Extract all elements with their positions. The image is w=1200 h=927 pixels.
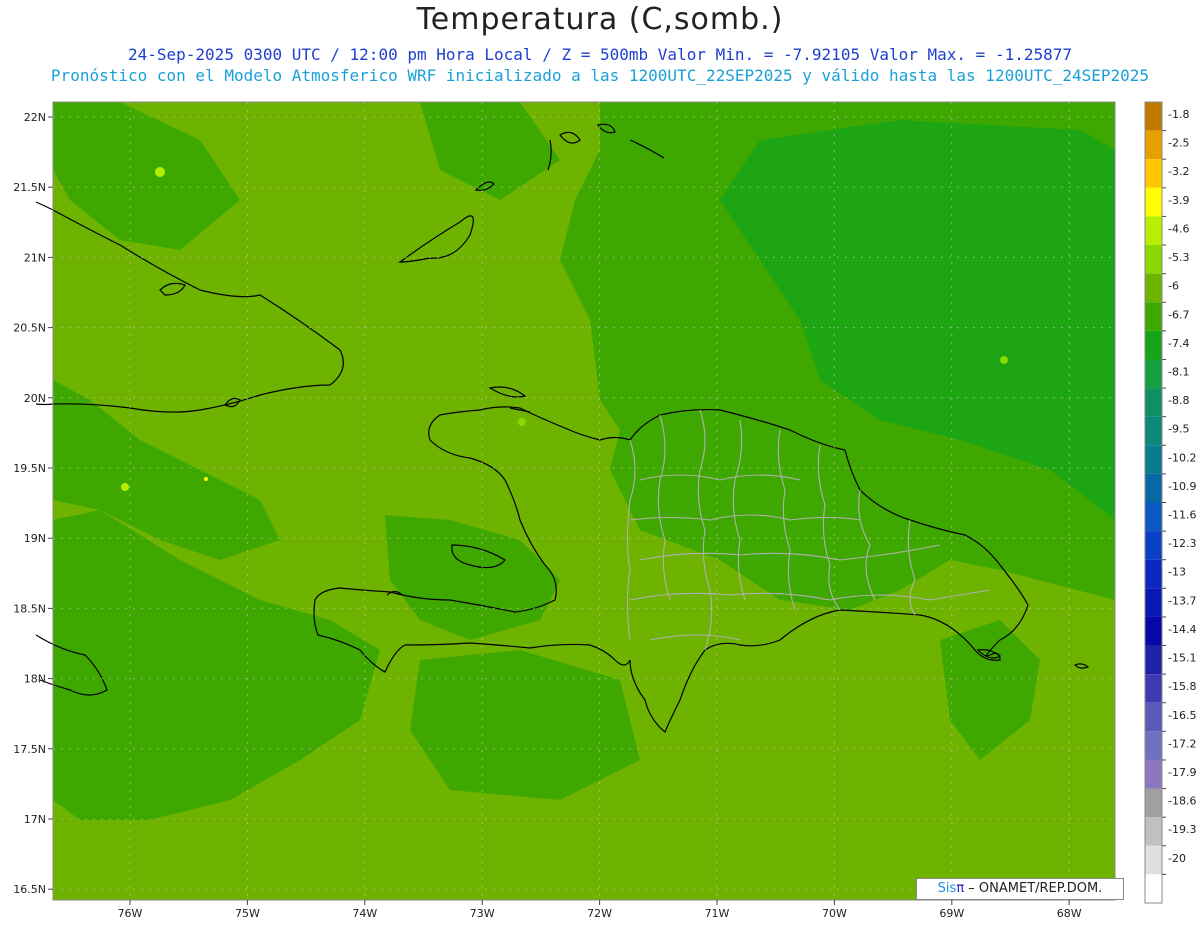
colorbar-cell	[1145, 330, 1162, 360]
lon-tick-label: 75W	[235, 907, 260, 920]
lat-tick-label: 21N	[24, 251, 46, 264]
field-speckle	[1000, 356, 1008, 364]
lat-tick-label: 17N	[24, 813, 46, 826]
colorbar-cell	[1145, 388, 1162, 417]
lon-tick-label: 70W	[822, 907, 847, 920]
colorbar-cell	[1145, 473, 1162, 503]
colorbar-label: -8.8	[1168, 394, 1189, 407]
colorbar: -1.8 -2.5 -3.2 -3.9 -4.6 -5.3 -6 -6.7 -7.4 -8.1 -8…	[1144, 101, 1196, 904]
colorbar-cell	[1145, 216, 1162, 246]
colorbar-label: -8.1	[1168, 365, 1189, 378]
lon-tick-label: 72W	[587, 907, 612, 920]
lat-tick-label: 18.5N	[13, 602, 46, 615]
colorbar-label: -10.9	[1168, 480, 1196, 493]
colorbar-label: -15.8	[1168, 680, 1196, 693]
colorbar-label: -11.6	[1168, 509, 1196, 522]
colorbar-label: -6	[1168, 280, 1179, 293]
lat-tick-label: 18N	[24, 673, 46, 686]
lon-tick-label: 69W	[939, 907, 964, 920]
field-speckle	[121, 483, 129, 491]
colorbar-label: -16.5	[1168, 709, 1196, 722]
colorbar-cell	[1145, 159, 1162, 188]
colorbar-cell	[1145, 845, 1162, 875]
lat-tick-label: 22N	[24, 111, 46, 124]
colorbar-cell	[1145, 645, 1162, 675]
credit-pi: π	[956, 881, 965, 896]
colorbar-cell	[1145, 817, 1162, 846]
colorbar-cell	[1145, 702, 1162, 732]
colorbar-cell	[1145, 674, 1162, 703]
colorbar-label: -17.2	[1168, 737, 1196, 750]
colorbar-cell	[1145, 359, 1162, 389]
colorbar-cell	[1145, 588, 1162, 617]
map-canvas: 22N 21.5N 21N 20.5N 20N 19.5N 19N 18.5N 18N 17.5N…	[13, 101, 1196, 920]
colorbar-label: -20	[1168, 852, 1186, 865]
lat-axis: 22N 21.5N 21N 20.5N 20N 19.5N 19N 18.5N 18N 17.5N…	[13, 111, 53, 896]
lat-tick-label: 16.5N	[13, 883, 46, 896]
lon-tick-label: 76W	[118, 907, 143, 920]
colorbar-label: -2.5	[1168, 137, 1189, 150]
colorbar-label: -10.2	[1168, 451, 1196, 464]
colorbar-label: -18.6	[1168, 795, 1196, 808]
colorbar-cell	[1145, 245, 1162, 274]
lon-tick-label: 71W	[705, 907, 730, 920]
lat-tick-label: 21.5N	[13, 181, 46, 194]
colorbar-cell	[1145, 788, 1162, 818]
lat-tick-label: 20N	[24, 392, 46, 405]
field-speckle	[155, 167, 165, 177]
lat-tick-label: 19.5N	[13, 462, 46, 475]
colorbar-label: -5.3	[1168, 251, 1189, 264]
colorbar-label: -7.4	[1168, 337, 1189, 350]
colorbar-label: -1.8	[1168, 108, 1189, 121]
colorbar-label: -12.3	[1168, 537, 1196, 550]
credit-org: – ONAMET/REP.DOM.	[968, 881, 1103, 896]
colorbar-cell	[1145, 187, 1162, 217]
lat-tick-label: 20.5N	[13, 322, 46, 335]
colorbar-cell	[1145, 502, 1162, 532]
field-speckle	[204, 477, 208, 481]
colorbar-label: -13.7	[1168, 594, 1196, 607]
colorbar-cell	[1145, 445, 1162, 474]
colorbar-cell	[1145, 874, 1162, 903]
colorbar-label: -6.7	[1168, 308, 1189, 321]
colorbar-cell	[1145, 616, 1162, 646]
colorbar-label: -14.4	[1168, 623, 1196, 636]
colorbar-cell	[1145, 731, 1162, 760]
colorbar-cell	[1145, 416, 1162, 446]
lat-tick-label: 17.5N	[13, 743, 46, 756]
colorbar-label: -4.6	[1168, 222, 1189, 235]
lon-tick-label: 68W	[1057, 907, 1082, 920]
lon-tick-label: 74W	[352, 907, 377, 920]
colorbar-label: -3.2	[1168, 165, 1189, 178]
colorbar-cell	[1145, 302, 1162, 331]
colorbar-label: -17.9	[1168, 766, 1196, 779]
colorbar-label: -3.9	[1168, 194, 1189, 207]
colorbar-label: -9.5	[1168, 423, 1189, 436]
credit-box: Sisπ – ONAMET/REP.DOM.	[916, 878, 1124, 900]
credit-sis: Sis	[937, 881, 957, 896]
colorbar-label: -13	[1168, 566, 1186, 579]
lat-tick-label: 19N	[24, 532, 46, 545]
colorbar-cell	[1145, 531, 1162, 560]
colorbar-cell	[1145, 759, 1162, 789]
colorbar-label: -15.1	[1168, 652, 1196, 665]
colorbar-label: -19.3	[1168, 823, 1196, 836]
colorbar-cell	[1145, 559, 1162, 589]
colorbar-cell	[1145, 273, 1162, 303]
colorbar-cell	[1145, 130, 1162, 160]
field-speckle	[518, 418, 526, 426]
colorbar-cell	[1145, 102, 1162, 131]
lon-axis: 76W 75W 74W 73W 72W 71W 70W 69W 68W	[118, 900, 1082, 920]
lon-tick-label: 73W	[470, 907, 495, 920]
